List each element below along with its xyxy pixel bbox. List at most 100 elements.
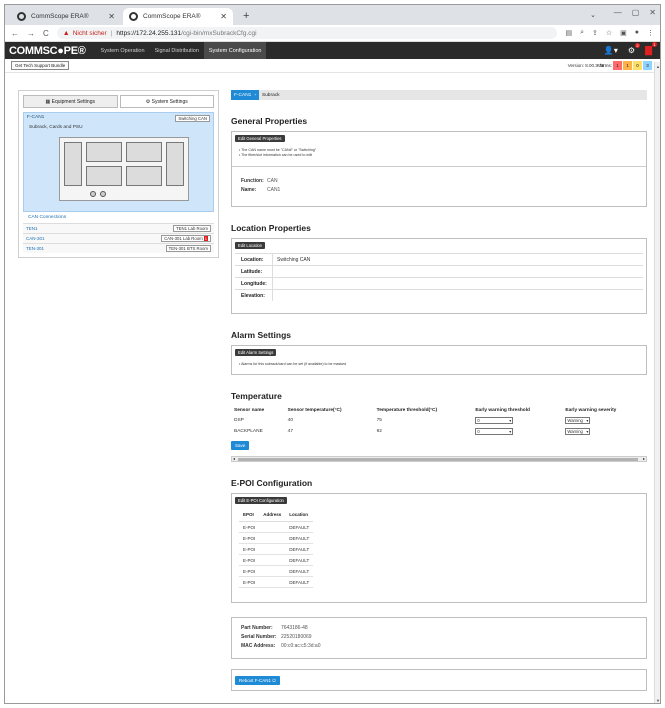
temperature-table: Sensor name Sensor temperature(°C) Tempe… [231, 406, 647, 437]
share-icon[interactable]: ⇪ [592, 29, 598, 37]
note-item: • The fiber/slot information can be used… [239, 153, 313, 157]
mac-address-label: MAC Address: [241, 643, 276, 649]
edit-general-button[interactable]: Edit General Properties [235, 135, 285, 142]
commscope-favicon-icon [17, 12, 26, 21]
bookmark-star-icon[interactable]: ☆ [606, 29, 612, 37]
list-item[interactable]: TEN-301 TEN-301 BTS Room [23, 243, 214, 253]
menu-icon[interactable]: ⋮ [647, 29, 654, 37]
table-row: E-POI DEFAULT [239, 532, 314, 544]
table-row: Location: Switching CAN [235, 253, 643, 265]
edit-location-button[interactable]: Edit Location [235, 242, 266, 249]
early-warning-severity-select[interactable]: Warning ▾ [565, 417, 591, 424]
tech-support-bundle-button[interactable]: Get Tech Support Bundle [11, 61, 70, 70]
close-window-icon[interactable]: ✕ [649, 8, 656, 17]
header-icons: 👤▾ ⚙ 2 ▇ 1 [604, 42, 657, 56]
zoom-icon[interactable]: ⌕ [580, 29, 584, 37]
not-secure-label: Nicht sicher [72, 29, 107, 37]
maximize-icon[interactable]: ▢ [632, 8, 640, 17]
gear-badge: 2 [634, 43, 641, 48]
page-scrollbar[interactable]: ▲ ▼ [654, 62, 660, 703]
alarm-major-count[interactable]: 1 [623, 61, 632, 70]
back-arrow-icon[interactable]: ← [11, 29, 19, 38]
browser-tab[interactable]: CommScope ERA® ✕ [11, 8, 121, 25]
device-location-button[interactable]: Switching CAN [175, 115, 210, 122]
alarm-warning-count[interactable]: 3 [643, 61, 652, 70]
location-properties-panel: Edit Location Location: Switching CAN Lat… [231, 238, 647, 314]
serial-number-label: Serial Number: [241, 634, 277, 640]
controller-icon[interactable]: ▇ 1 [645, 42, 657, 56]
connection-location: CAN-301 Lab Room [164, 236, 203, 241]
edit-alarm-settings-button[interactable]: Edit Alarm Settings [235, 349, 277, 356]
connection-location-button[interactable]: CAN-301 Lab Room 1 [161, 235, 211, 242]
alarm-badge: 1 [203, 236, 208, 241]
tab-title: CommScope ERA® [143, 13, 201, 20]
window-controls: — ▢ ✕ [614, 8, 656, 17]
chevron-down-icon: ▾ [586, 429, 589, 434]
translate-icon[interactable]: ▤ [565, 29, 572, 37]
early-warning-severity-select[interactable]: Warning ▾ [565, 428, 591, 435]
tab-search-chevron-icon[interactable]: ⌄ [590, 11, 596, 19]
nav-signal-distribution[interactable]: Signal Distribution [150, 42, 204, 59]
scroll-right-icon[interactable]: ▸ [643, 456, 645, 461]
table-row: BACKPLANE 47 92 0 ▾ Warning ▾ [234, 428, 591, 435]
new-tab-button[interactable]: + [235, 10, 257, 25]
list-item[interactable]: TEN1 TEN1 Lab Room [23, 223, 214, 233]
scroll-down-icon[interactable]: ▼ [656, 698, 660, 703]
alarm-summary: Alarms: 1 1 0 3 [597, 61, 652, 70]
profile-icon[interactable]: ● [635, 29, 639, 37]
alarm-critical-count[interactable]: 1 [613, 61, 622, 70]
gear-icon[interactable]: ⚙ 2 [628, 43, 641, 55]
url-separator: | [110, 29, 113, 37]
early-warning-threshold-select[interactable]: 0 ▾ [475, 417, 514, 424]
tab-system-settings[interactable]: ⚙ System Settings [119, 95, 214, 108]
connection-location-button[interactable]: TEN1 Lab Room [172, 225, 211, 232]
scrollbar-thumb[interactable] [238, 458, 638, 461]
table-row: Longitude: [235, 277, 643, 289]
forward-arrow-icon[interactable]: → [27, 29, 35, 38]
horizontal-scrollbar[interactable]: ◂ ▸ [231, 456, 647, 462]
save-temperature-button[interactable]: Save [231, 441, 250, 450]
section-title-alarms: Alarm Settings [231, 330, 291, 340]
power-icon: ⏻ [272, 678, 276, 683]
tab-title: CommScope ERA® [31, 13, 89, 20]
left-panel-tabs: ▦ Equipment Settings ⚙ System Settings [23, 95, 214, 108]
connection-name[interactable]: TEN1 [26, 226, 38, 231]
nav-system-operation[interactable]: System Operation [96, 42, 150, 59]
user-icon[interactable]: 👤▾ [604, 46, 618, 55]
alarm-minor-count[interactable]: 0 [633, 61, 642, 70]
connection-name[interactable]: TEN-301 [26, 246, 44, 251]
equipment-panel: ▦ Equipment Settings ⚙ System Settings F… [18, 90, 219, 258]
side-panel-icon[interactable]: ▣ [620, 29, 627, 37]
section-title-epoi: E-POI Configuration [231, 478, 313, 488]
device-name: F-CAN1 [27, 115, 45, 120]
breadcrumb-item-fcan1[interactable]: F-CAN1 › [231, 90, 259, 100]
list-item[interactable]: CAN-301 CAN-301 Lab Room 1 [23, 233, 214, 243]
url-input[interactable]: ▲ Nicht sicher | https://172.24.255.131 … [56, 27, 558, 39]
connection-name[interactable]: CAN-301 [26, 236, 45, 241]
alarms-label: Alarms: [596, 63, 612, 68]
close-icon[interactable]: ✕ [108, 12, 115, 21]
tab-equipment-settings[interactable]: ▦ Equipment Settings [23, 95, 118, 108]
table-row: E-POI DEFAULT [239, 554, 314, 566]
chevron-down-icon: ▾ [586, 418, 589, 423]
reboot-button[interactable]: Reboot F-CAN1 ⏻ [235, 676, 280, 685]
name-label: Name: [241, 187, 257, 193]
scroll-up-icon[interactable]: ▲ [656, 64, 660, 69]
tab-label: System Settings [151, 98, 188, 105]
nav-system-configuration[interactable]: System Configuration [203, 42, 267, 59]
reload-icon[interactable]: C [43, 29, 49, 38]
table-row: Elevation: [235, 289, 643, 301]
scroll-left-icon[interactable]: ◂ [233, 456, 235, 461]
browser-tab-active[interactable]: CommScope ERA® ✕ [123, 8, 233, 25]
connection-location-button[interactable]: TEN-301 BTS Room [165, 245, 211, 252]
edit-epoi-button[interactable]: Edit E-POI Configuration [235, 497, 287, 504]
early-warning-threshold-select[interactable]: 0 ▾ [475, 428, 514, 435]
close-icon[interactable]: ✕ [220, 12, 227, 21]
breadcrumb-item-subrack[interactable]: Subrack [259, 90, 283, 100]
table-row: E-POI DEFAULT [239, 576, 314, 588]
minimize-icon[interactable]: — [614, 8, 622, 17]
subrack-chassis-image[interactable] [59, 137, 189, 201]
chevron-right-icon: › [254, 92, 256, 98]
selected-device[interactable]: F-CAN1 Switching CAN Subrack, Cards and … [23, 112, 214, 212]
section-title-general: General Properties [231, 116, 308, 126]
